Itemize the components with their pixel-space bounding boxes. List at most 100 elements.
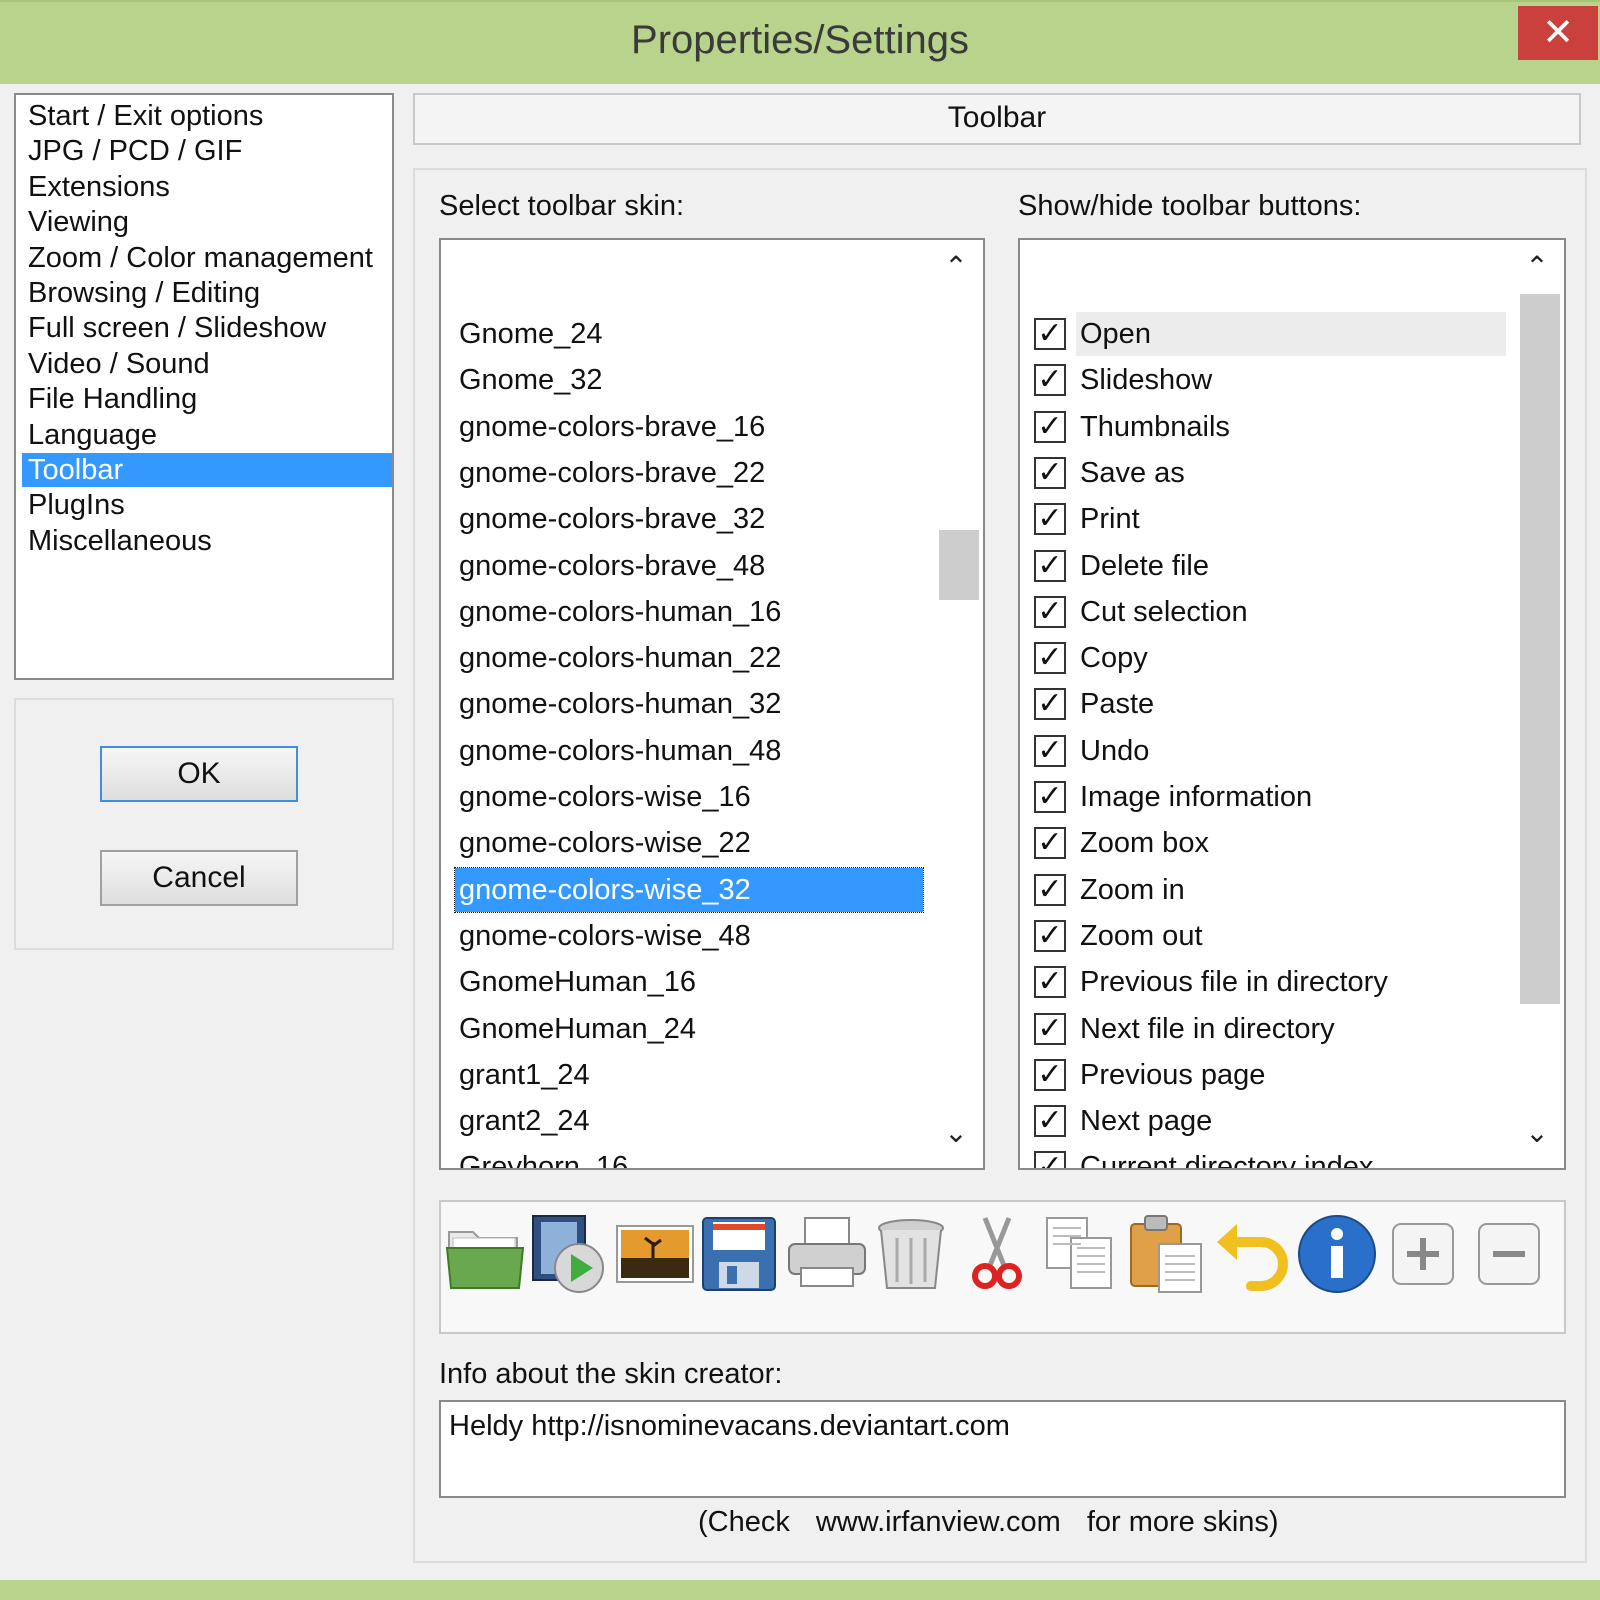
skin-list-item[interactable]: gnome-colors-human_32 <box>455 682 781 726</box>
skin-list-item[interactable]: gnome-colors-brave_16 <box>455 405 765 449</box>
window-bottom-border <box>0 1580 1600 1600</box>
checkbox[interactable]: ✓ <box>1034 549 1066 582</box>
buttons-list-label: Show/hide toolbar buttons: <box>1018 190 1362 222</box>
checkbox[interactable]: ✓ <box>1034 734 1066 767</box>
category-list[interactable]: Start / Exit options JPG / PCD / GIF Exten… <box>14 93 394 680</box>
skin-list-item[interactable]: gnome-colors-human_22 <box>455 636 781 680</box>
checkbox[interactable]: ✓ <box>1034 966 1066 999</box>
scroll-up-icon[interactable]: ⌃ <box>929 240 983 294</box>
checkbox[interactable]: ✓ <box>1034 873 1066 906</box>
toolbar-button-option-label: Thumbnails <box>1080 410 1230 443</box>
toolbar-button-option-label: Previous file in directory <box>1080 966 1388 999</box>
checkbox[interactable]: ✓ <box>1034 781 1066 813</box>
more-skins-note: (Check www.irfanview.com for more skins) <box>698 1506 1305 1539</box>
checkbox[interactable]: ✓ <box>1034 642 1066 675</box>
skin-list-item[interactable]: GnomeHuman_16 <box>455 960 696 1004</box>
slideshow-icon <box>532 1215 604 1293</box>
scroll-up-icon[interactable]: ⌃ <box>1510 240 1564 294</box>
irfanview-link[interactable]: www.irfanview.com <box>816 1506 1061 1538</box>
zoom-out-icon <box>1478 1223 1540 1285</box>
toolbar-button-option-label: Cut selection <box>1080 595 1248 628</box>
checkbox[interactable]: ✓ <box>1034 688 1066 721</box>
toolbar-button-option-label: Undo <box>1080 734 1150 767</box>
category-item[interactable]: Start / Exit options <box>22 99 263 133</box>
toolbar-button-option-label: Paste <box>1080 688 1155 721</box>
checkbox[interactable]: ✓ <box>1034 456 1066 489</box>
paste-icon <box>1130 1215 1202 1293</box>
toolbar-buttons-list[interactable]: ✓ Open ✓ Slideshow ✓ Thumbnails ✓ Save as ✓ Print… <box>1018 238 1566 1170</box>
toolbar-button-option-label: Current directory index <box>1080 1151 1374 1170</box>
skin-list-item[interactable]: gnome-colors-human_16 <box>455 590 781 634</box>
zoom-in-icon <box>1392 1223 1454 1285</box>
checkbox[interactable]: ✓ <box>1034 1105 1066 1138</box>
skin-list-item[interactable]: GnomeHuman_24 <box>455 1007 696 1051</box>
category-item[interactable]: PlugIns <box>22 488 125 522</box>
category-item[interactable]: Video / Sound <box>22 347 210 381</box>
skin-list-item[interactable]: grant1_24 <box>455 1053 590 1097</box>
title-bar: Properties/Settings ✕ <box>0 0 1600 84</box>
toolbar-button-option-label: Copy <box>1080 642 1148 675</box>
checkbox[interactable]: ✓ <box>1034 503 1066 536</box>
save-icon <box>702 1217 776 1291</box>
skin-list-item[interactable]: gnome-colors-wise_22 <box>455 821 751 865</box>
thumbnails-icon <box>616 1225 694 1283</box>
skin-list-scrollbar[interactable]: ⌃ ⌄ <box>929 240 983 1168</box>
skin-list-item[interactable]: gnome-colors-brave_32 <box>455 497 765 541</box>
category-item[interactable]: JPG / PCD / GIF <box>22 134 242 168</box>
category-item[interactable]: File Handling <box>22 382 197 416</box>
skin-list[interactable]: Gnome_24 Gnome_32 gnome-colors-brave_16 gno… <box>439 238 985 1170</box>
close-button[interactable]: ✕ <box>1518 6 1598 60</box>
category-item[interactable]: Language <box>22 418 157 452</box>
checkbox[interactable]: ✓ <box>1034 1058 1066 1091</box>
checkbox[interactable]: ✓ <box>1034 364 1066 397</box>
checkbox[interactable]: ✓ <box>1034 1012 1066 1045</box>
dialog-buttons: OK Cancel <box>14 698 394 950</box>
cancel-button[interactable]: Cancel <box>100 850 298 906</box>
toolbar-button-option-label: Delete file <box>1080 549 1209 582</box>
scroll-thumb[interactable] <box>1520 294 1560 1004</box>
more-skins-prefix: (Check <box>698 1506 790 1538</box>
ok-button[interactable]: OK <box>100 746 298 802</box>
category-item[interactable]: Toolbar <box>22 453 392 487</box>
toolbar-button-option-label: Zoom in <box>1080 873 1185 906</box>
category-item[interactable]: Viewing <box>22 205 129 239</box>
scroll-thumb[interactable] <box>939 530 979 600</box>
more-skins-suffix: for more skins) <box>1086 1506 1279 1538</box>
toolbar-button-option-label: Next page <box>1080 1105 1213 1138</box>
skin-creator-info[interactable]: Heldy http://isnominevacans.deviantart.c… <box>439 1400 1566 1498</box>
category-item[interactable]: Zoom / Color management <box>22 241 373 275</box>
skin-list-item[interactable]: gnome-colors-wise_16 <box>455 775 751 819</box>
checkbox[interactable]: ✓ <box>1034 318 1066 350</box>
skin-list-item[interactable]: gnome-colors-human_48 <box>455 729 781 773</box>
toolbar-button-option-label: Slideshow <box>1080 364 1213 397</box>
category-item[interactable]: Full screen / Slideshow <box>22 311 326 345</box>
scroll-down-icon[interactable]: ⌄ <box>929 1106 983 1160</box>
category-item[interactable]: Miscellaneous <box>22 524 212 558</box>
skin-list-item[interactable]: Gnome_32 <box>455 358 603 402</box>
copy-icon <box>1046 1217 1112 1289</box>
toolbar-button-option-label: Print <box>1080 503 1140 536</box>
toolbar-button-option-label: Previous page <box>1080 1058 1266 1091</box>
skin-list-item[interactable]: Gnome_24 <box>455 312 603 356</box>
toolbar-preview <box>439 1200 1566 1334</box>
category-item[interactable]: Extensions <box>22 170 170 204</box>
category-item[interactable]: Browsing / Editing <box>22 276 260 310</box>
skin-list-item[interactable]: gnome-colors-wise_48 <box>455 914 751 958</box>
checkbox[interactable]: ✓ <box>1034 595 1066 628</box>
skin-list-item[interactable]: gnome-colors-wise_32 <box>454 866 924 913</box>
skin-list-item[interactable]: gnome-colors-brave_22 <box>455 451 765 495</box>
scroll-down-icon[interactable]: ⌄ <box>1510 1106 1564 1160</box>
checkbox[interactable]: ✓ <box>1034 919 1066 952</box>
skin-list-item[interactable]: grant2_24 <box>455 1099 590 1143</box>
toolbar-button-option-label: Next file in directory <box>1080 1012 1335 1045</box>
checkbox[interactable]: ✓ <box>1034 410 1066 443</box>
toolbar-button-option-label: Open <box>1076 312 1506 356</box>
buttons-list-scrollbar[interactable]: ⌃ ⌄ <box>1510 240 1564 1168</box>
folder-open-icon <box>445 1231 525 1289</box>
skin-list-item[interactable]: gnome-colors-brave_48 <box>455 544 765 588</box>
skin-list-item[interactable]: Greyhorn_16 <box>455 1145 628 1168</box>
undo-icon <box>1217 1224 1288 1291</box>
checkbox[interactable]: ✓ <box>1034 827 1066 860</box>
checkbox[interactable]: ✓ <box>1034 1151 1066 1168</box>
window-title: Properties/Settings <box>631 18 969 62</box>
